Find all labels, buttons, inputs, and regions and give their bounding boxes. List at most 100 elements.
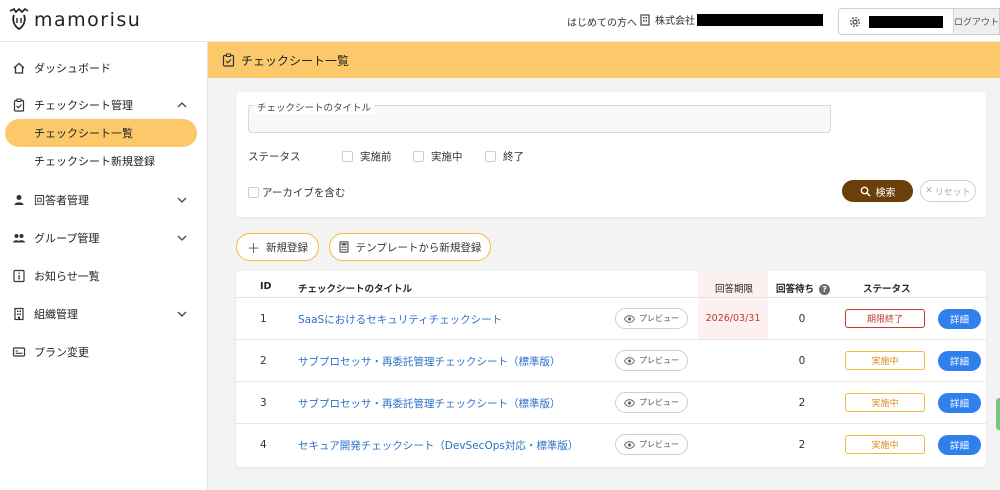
new-register-button[interactable]: ＋ 新規登録 [236, 233, 319, 261]
preview-label: プレビュー [639, 314, 679, 323]
gear-icon[interactable] [849, 16, 861, 28]
user-menu[interactable]: ログアウト [838, 8, 1000, 35]
building-icon [14, 307, 24, 321]
row-title-link[interactable]: セキュア開発チェックシート（DevSecOps対応・標準版） [298, 438, 578, 453]
chevron-down-icon [177, 235, 187, 241]
sidebar-subitem-checksheet-new[interactable]: チェックシート新規登録 [5, 147, 197, 175]
logo-text: mamorisu [34, 9, 142, 31]
checkbox-label: 終了 [503, 151, 524, 163]
status-checkbox-in-progress[interactable]: 実施中 [413, 149, 463, 164]
row-id: 4 [260, 439, 267, 451]
eye-icon [624, 398, 635, 407]
preview-label: プレビュー [639, 398, 679, 407]
template-register-button[interactable]: テンプレートから新規登録 [329, 233, 491, 261]
preview-button[interactable]: プレビュー [615, 350, 688, 371]
detail-button[interactable]: 詳細 [938, 351, 981, 371]
status-badge: 期限終了 [845, 309, 925, 328]
status-filter-label: ステータス [248, 151, 301, 163]
eye-icon [624, 314, 635, 323]
sidebar-item-announcements[interactable]: お知らせ一覧 [0, 262, 207, 290]
row-title-link[interactable]: サブプロセッサ・再委託管理チェックシート（標準版） [298, 354, 561, 369]
table-row: 3 サブプロセッサ・再委託管理チェックシート（標準版） プレビュー 2 実施中 … [236, 382, 986, 424]
first-time-link[interactable]: はじめての方へ [567, 14, 637, 29]
group-icon [13, 234, 25, 243]
checkbox-box[interactable] [342, 151, 353, 162]
sidebar-item-organization[interactable]: 組織管理 [0, 300, 207, 328]
reset-button[interactable]: ✕ リセット [920, 180, 976, 202]
person-icon [14, 195, 24, 205]
chevron-down-icon [177, 197, 187, 203]
row-deadline [698, 382, 768, 423]
sidebar-item-label: グループ管理 [34, 232, 100, 245]
top-header: mamorisu はじめての方へ 株式会社 ログアウト [0, 0, 1000, 42]
row-waiting-count: 0 [798, 355, 806, 367]
row-deadline [698, 340, 768, 381]
row-id: 2 [260, 355, 267, 367]
preview-label: プレビュー [639, 356, 679, 365]
new-register-label: 新規登録 [266, 241, 308, 254]
template-register-label: テンプレートから新規登録 [355, 241, 482, 254]
sidebar-item-respondents[interactable]: 回答者管理 [0, 186, 207, 214]
preview-button[interactable]: プレビュー [615, 434, 688, 455]
row-title-link[interactable]: SaaSにおけるセキュリティチェックシート [298, 312, 502, 327]
detail-button[interactable]: 詳細 [938, 393, 981, 413]
status-checkbox-not-started[interactable]: 実施前 [342, 149, 392, 164]
side-feedback-tab[interactable] [996, 398, 1000, 430]
info-icon [13, 269, 25, 283]
title-field-label: チェックシートのタイトル [254, 100, 375, 114]
checkbox-box[interactable] [248, 187, 259, 198]
search-panel: チェックシートのタイトル ステータス 実施前 実施中 終了 アーカイブを含む 検… [236, 92, 986, 217]
row-deadline [698, 424, 768, 465]
row-id: 3 [260, 397, 267, 409]
checkbox-box[interactable] [413, 151, 424, 162]
plus-icon: ＋ [246, 241, 260, 257]
clipboard-icon [13, 98, 25, 112]
card-icon [12, 347, 26, 357]
row-deadline: 2026/03/31 [698, 298, 768, 339]
detail-button[interactable]: 詳細 [938, 435, 981, 455]
chevron-up-icon [177, 102, 187, 108]
search-button[interactable]: 検索 [842, 180, 913, 202]
logout-button[interactable]: ログアウト [953, 9, 999, 34]
status-checkbox-ended[interactable]: 終了 [485, 149, 524, 164]
table-row: 2 サブプロセッサ・再委託管理チェックシート（標準版） プレビュー 0 実施中 … [236, 340, 986, 382]
search-icon [860, 186, 871, 197]
clipboard-icon [222, 53, 235, 67]
close-icon: ✕ [925, 186, 933, 196]
sidebar-item-label: プラン変更 [34, 346, 89, 359]
search-button-label: 検索 [875, 187, 896, 199]
eye-icon [624, 440, 635, 449]
preview-button[interactable]: プレビュー [615, 308, 688, 329]
status-badge: 実施中 [845, 435, 925, 454]
checksheet-table: ID チェックシートのタイトル 回答期限 回答待ち? ステータス 1 SaaSに… [236, 271, 986, 467]
column-header-waiting: 回答待ち? [776, 281, 831, 295]
row-waiting-count: 2 [798, 439, 806, 451]
checkbox-label: アーカイブを含む [262, 187, 346, 199]
sidebar-subitem-checksheet-list[interactable]: チェックシート一覧 [5, 119, 197, 147]
page-title-bar: チェックシート一覧 [208, 42, 1000, 78]
row-title-link[interactable]: サブプロセッサ・再委託管理チェックシート（標準版） [298, 396, 561, 411]
checkbox-box[interactable] [485, 151, 496, 162]
logo[interactable]: mamorisu [8, 8, 141, 32]
preview-button[interactable]: プレビュー [615, 392, 688, 413]
sidebar: ダッシュボード チェックシート管理 チェックシート一覧 チェックシート新規登録 … [0, 42, 208, 490]
sidebar-item-checksheet-management[interactable]: チェックシート管理 [0, 91, 207, 119]
column-header-title: チェックシートのタイトル [298, 284, 413, 295]
sidebar-item-dashboard[interactable]: ダッシュボード [0, 54, 207, 82]
logo-icon [9, 8, 29, 31]
page-title: チェックシート一覧 [241, 53, 350, 68]
template-icon [339, 241, 349, 253]
redacted-user-name [869, 15, 943, 28]
archive-checkbox[interactable]: アーカイブを含む [248, 185, 345, 200]
help-icon[interactable]: ? [819, 284, 831, 295]
row-id: 1 [260, 313, 267, 325]
building-icon [640, 13, 650, 26]
sidebar-item-plan-change[interactable]: プラン変更 [0, 338, 207, 366]
sidebar-item-label: チェックシート管理 [34, 99, 133, 112]
waiting-header-label: 回答待ち [776, 284, 815, 295]
eye-icon [624, 356, 635, 365]
sidebar-item-groups[interactable]: グループ管理 [0, 224, 207, 252]
detail-button[interactable]: 詳細 [938, 309, 981, 329]
table-row: 1 SaaSにおけるセキュリティチェックシート プレビュー 2026/03/31… [236, 298, 986, 340]
sidebar-item-label: 組織管理 [34, 308, 78, 321]
